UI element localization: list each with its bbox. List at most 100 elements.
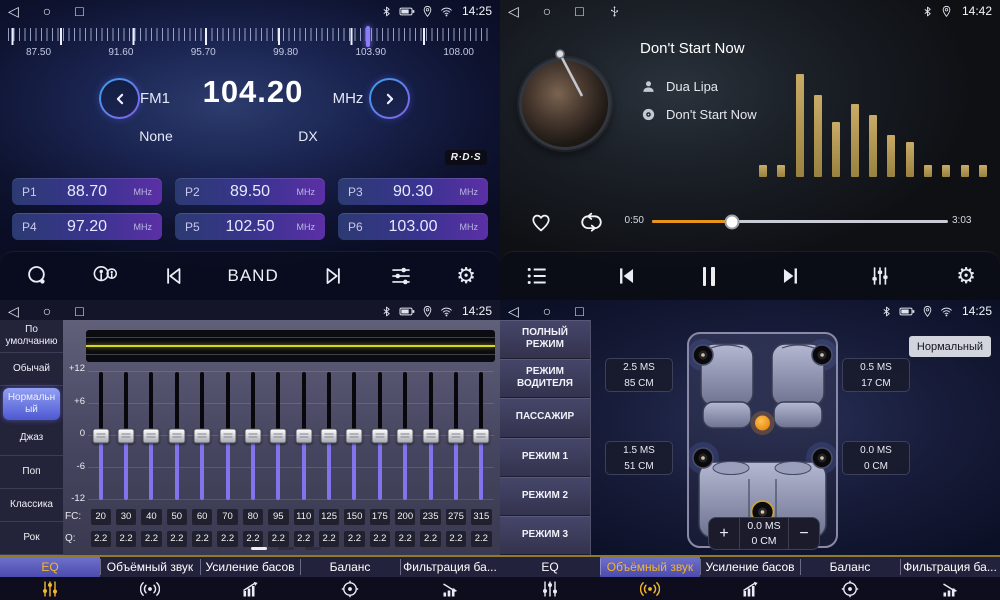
slider-thumb[interactable] (371, 429, 388, 444)
nav-home-icon[interactable]: ○ (43, 1, 51, 21)
surround-preset-button[interactable]: Нормальный (909, 336, 991, 357)
listening-mode-item[interactable]: ПАССАЖИР (500, 398, 590, 437)
next-station-icon[interactable] (321, 263, 347, 289)
search-icon[interactable] (24, 263, 50, 289)
eq-band-slider[interactable] (88, 366, 113, 506)
eq-band-slider[interactable] (393, 366, 418, 506)
scan-stations-icon[interactable] (92, 263, 118, 289)
slider-thumb[interactable] (473, 429, 490, 444)
eq-band-slider[interactable] (342, 366, 367, 506)
seek-up-button[interactable] (369, 78, 410, 119)
playlist-icon[interactable] (524, 263, 550, 289)
tab-surround-sound[interactable]: Объёмный звук (600, 557, 700, 600)
delay-front-left[interactable]: 2.5 MS 85 CM (605, 358, 673, 392)
nav-back-icon[interactable]: ◁ (508, 1, 519, 21)
delay-rear-left[interactable]: 1.5 MS 51 CM (605, 441, 673, 475)
slider-thumb[interactable] (397, 429, 414, 444)
eq-band-slider[interactable] (291, 366, 316, 506)
nav-back-icon[interactable]: ◁ (8, 301, 19, 321)
tab-eq[interactable]: EQ (500, 557, 600, 600)
nav-back-icon[interactable]: ◁ (508, 301, 519, 321)
nav-back-icon[interactable]: ◁ (8, 1, 19, 21)
slider-thumb[interactable] (447, 429, 464, 444)
nav-recents-icon[interactable]: □ (575, 301, 583, 321)
eq-band-slider[interactable] (266, 366, 291, 506)
next-track-icon[interactable] (778, 263, 804, 289)
slider-thumb[interactable] (219, 429, 236, 444)
nav-recents-icon[interactable]: □ (75, 1, 83, 21)
tab-balance[interactable]: Баланс (800, 557, 900, 600)
listening-mode-item[interactable]: РЕЖИМ 1 (500, 438, 590, 477)
slider-thumb[interactable] (295, 429, 312, 444)
progress-thumb[interactable] (724, 214, 739, 229)
tab-bass-boost[interactable]: Усиление басов (200, 557, 300, 600)
tab-filter[interactable]: Фильтрация ба... (900, 557, 1000, 600)
slider-thumb[interactable] (143, 429, 160, 444)
tab-balance[interactable]: Баланс (300, 557, 400, 600)
listening-mode-item[interactable]: РЕЖИМ 2 (500, 477, 590, 516)
repeat-icon[interactable] (578, 209, 605, 236)
preset-p1[interactable]: P188.70MHz (12, 178, 162, 205)
eq-band-slider[interactable] (113, 366, 138, 506)
slider-thumb[interactable] (270, 429, 287, 444)
settings-gear-icon[interactable]: ⚙ (956, 263, 976, 289)
eq-band-slider[interactable] (443, 366, 468, 506)
delay-increase-button[interactable]: + (709, 518, 739, 549)
nav-home-icon[interactable]: ○ (543, 1, 551, 21)
eq-preset-item[interactable]: Рок (0, 522, 63, 555)
eq-band-slider[interactable] (240, 366, 265, 506)
frequency-scale[interactable]: 87.5091.6095.7099.80103.90108.00 (8, 28, 492, 62)
eq-preset-item[interactable]: Классика (0, 489, 63, 522)
delay-front-right[interactable]: 0.5 MS 17 CM (842, 358, 910, 392)
slider-thumb[interactable] (118, 429, 135, 444)
equalizer-icon[interactable] (867, 263, 893, 289)
eq-band-slider[interactable] (367, 366, 392, 506)
equalizer-icon[interactable] (388, 263, 414, 289)
nav-recents-icon[interactable]: □ (575, 1, 583, 21)
preset-p2[interactable]: P289.50MHz (175, 178, 325, 205)
preset-p5[interactable]: P5102.50MHz (175, 213, 325, 240)
eq-band-slider[interactable] (469, 366, 494, 506)
eq-preset-item[interactable]: Нормальный (3, 388, 60, 420)
slider-thumb[interactable] (194, 429, 211, 444)
nav-recents-icon[interactable]: □ (75, 301, 83, 321)
tab-surround-sound[interactable]: Объёмный звук (100, 557, 200, 600)
listening-mode-item[interactable]: ПОЛНЫЙ РЕЖИМ (500, 320, 590, 359)
preset-p6[interactable]: P6103.00MHz (338, 213, 488, 240)
tab-bass-boost[interactable]: Усиление басов (700, 557, 800, 600)
settings-gear-icon[interactable]: ⚙ (456, 263, 476, 289)
eq-band-slider[interactable] (418, 366, 443, 506)
listening-mode-item[interactable]: РЕЖИМ 3 (500, 516, 590, 555)
pause-icon[interactable] (703, 263, 715, 289)
previous-station-icon[interactable] (160, 263, 186, 289)
slider-thumb[interactable] (168, 429, 185, 444)
slider-thumb[interactable] (422, 429, 439, 444)
delay-rear-right[interactable]: 0.0 MS 0 CM (842, 441, 910, 475)
favorite-heart-icon[interactable] (528, 209, 554, 235)
eq-preset-item[interactable]: Обычай (0, 353, 63, 386)
slider-thumb[interactable] (244, 429, 261, 444)
nav-home-icon[interactable]: ○ (43, 301, 51, 321)
listening-mode-item[interactable]: РЕЖИМ ВОДИТЕЛЯ (500, 359, 590, 398)
previous-track-icon[interactable] (613, 263, 639, 289)
tab-filter[interactable]: Фильтрация ба... (400, 557, 500, 600)
eq-band-slider[interactable] (316, 366, 341, 506)
eq-band-slider[interactable] (164, 366, 189, 506)
eq-band-slider[interactable] (190, 366, 215, 506)
preset-p3[interactable]: P390.30MHz (338, 178, 488, 205)
preset-p4[interactable]: P497.20MHz (12, 213, 162, 240)
eq-band-slider[interactable] (215, 366, 240, 506)
progress-bar[interactable] (652, 220, 948, 223)
eq-preset-item[interactable]: По умолчанию (0, 320, 63, 353)
slider-thumb[interactable] (92, 429, 109, 444)
eq-preset-item[interactable]: Поп (0, 456, 63, 489)
tab-eq[interactable]: EQ (0, 557, 100, 600)
band-button[interactable]: BAND (227, 266, 278, 286)
eq-preset-item[interactable]: Джаз (0, 422, 63, 455)
slider-thumb[interactable] (321, 429, 338, 444)
eq-band-slider[interactable] (139, 366, 164, 506)
nav-home-icon[interactable]: ○ (543, 301, 551, 321)
delay-ms: 0.0 MS (843, 443, 909, 459)
delay-decrease-button[interactable]: − (789, 518, 819, 549)
slider-thumb[interactable] (346, 429, 363, 444)
